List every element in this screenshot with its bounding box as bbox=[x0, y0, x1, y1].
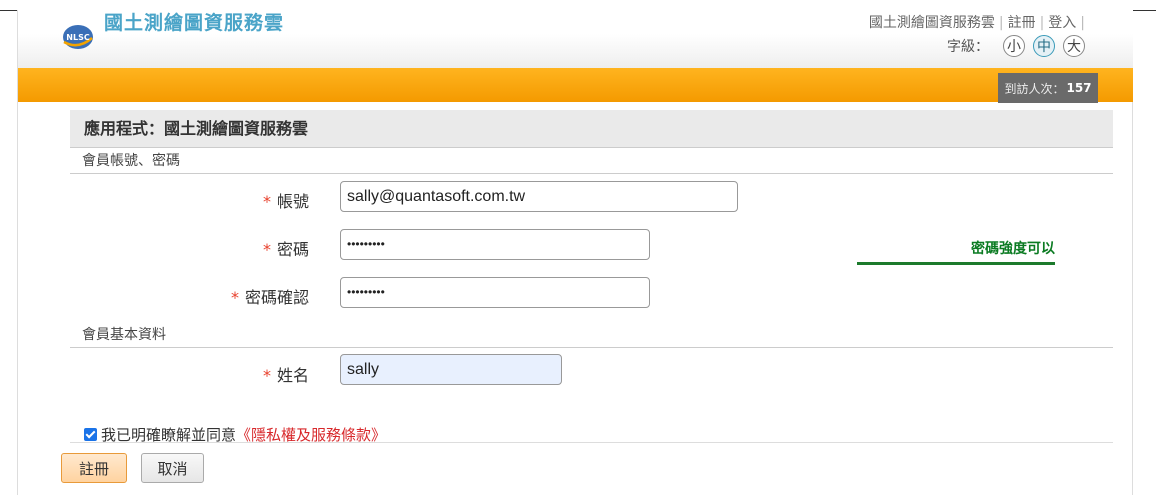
agree-checkbox[interactable] bbox=[84, 428, 97, 441]
cancel-button[interactable]: 取消 bbox=[141, 453, 204, 483]
top-links: 國土測繪圖資服務雲 | 註冊 | 登入 | bbox=[869, 12, 1089, 32]
top-link-register[interactable]: 註冊 bbox=[1008, 15, 1036, 31]
password-strength-bar bbox=[857, 262, 1055, 265]
font-size-label: 字級： bbox=[947, 39, 989, 55]
logo-text: NLSC bbox=[66, 33, 90, 42]
register-button[interactable]: 註冊 bbox=[61, 453, 127, 483]
password-row: * 密碼 ••••••••• 密碼強度可以 bbox=[70, 222, 1113, 270]
divider bbox=[70, 442, 1113, 443]
required-mark: * bbox=[262, 366, 271, 385]
site-header: NLSC 國土測繪圖資服務雲 國土測繪圖資服務雲 | 註冊 | 登入 | 字級： 小 中 … bbox=[18, 0, 1133, 68]
password-strength: 密碼強度可以 bbox=[857, 238, 1057, 265]
account-label: * 帳號 bbox=[262, 192, 309, 211]
registration-form: 應用程式：國土測繪圖資服務雲 會員帳號、密碼 * 帳號 sally@quantas… bbox=[70, 110, 1113, 396]
separator: | bbox=[1080, 15, 1085, 31]
required-mark: * bbox=[262, 192, 271, 211]
top-link-login[interactable]: 登入 bbox=[1048, 15, 1076, 31]
site-title[interactable]: 國土測繪圖資服務雲 bbox=[104, 8, 284, 35]
nav-bar: 到訪人次： 157 bbox=[18, 68, 1133, 103]
required-mark: * bbox=[230, 288, 239, 307]
password-label: * 密碼 bbox=[262, 240, 309, 259]
font-size-small-button[interactable]: 小 bbox=[1003, 35, 1025, 57]
name-row: * 姓名 sally bbox=[70, 348, 1113, 396]
font-size-selector: 字級： 小 中 大 bbox=[947, 35, 1085, 57]
page-edge-right bbox=[1132, 10, 1156, 11]
nlsc-logo[interactable]: NLSC bbox=[62, 24, 94, 50]
visitor-label: 到訪人次： bbox=[1004, 81, 1065, 96]
required-mark: * bbox=[262, 240, 271, 259]
password-confirm-row: * 密碼確認 ••••••••• bbox=[70, 270, 1113, 318]
app-title: 應用程式：國土測繪圖資服務雲 bbox=[70, 110, 1113, 148]
separator: | bbox=[998, 15, 1004, 31]
account-input[interactable]: sally@quantasoft.com.tw bbox=[340, 181, 738, 212]
account-row: * 帳號 sally@quantasoft.com.tw bbox=[70, 174, 1113, 222]
top-link-home[interactable]: 國土測繪圖資服務雲 bbox=[869, 15, 995, 31]
name-input[interactable]: sally bbox=[340, 354, 562, 385]
name-label: * 姓名 bbox=[262, 366, 309, 385]
visitor-counter: 到訪人次： 157 bbox=[998, 73, 1098, 103]
font-size-medium-button[interactable]: 中 bbox=[1033, 35, 1055, 57]
account-section-title: 會員帳號、密碼 bbox=[70, 148, 1113, 174]
basic-section-title: 會員基本資料 bbox=[70, 322, 1113, 348]
page-edge-left bbox=[0, 10, 18, 11]
font-size-large-button[interactable]: 大 bbox=[1063, 35, 1085, 57]
visitor-count: 157 bbox=[1066, 81, 1092, 95]
password-confirm-label: * 密碼確認 bbox=[230, 288, 309, 307]
password-confirm-input[interactable]: ••••••••• bbox=[340, 277, 650, 308]
separator: | bbox=[1039, 15, 1045, 31]
password-strength-text: 密碼強度可以 bbox=[971, 241, 1055, 257]
password-input[interactable]: ••••••••• bbox=[340, 229, 650, 260]
